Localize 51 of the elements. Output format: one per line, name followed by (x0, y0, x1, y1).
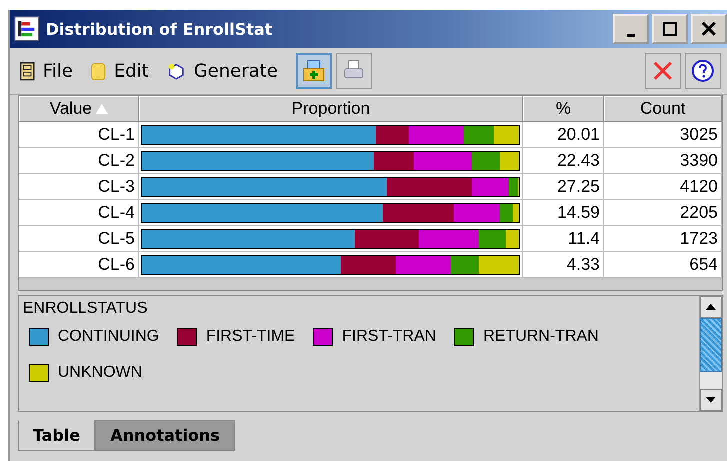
tab[interactable]: Table (18, 420, 96, 451)
legend-label: CONTINUING (58, 328, 160, 346)
table-cell: 27.25 (523, 174, 604, 200)
legend-title: ENROLLSTATUS (23, 300, 149, 318)
maximize-button[interactable] (652, 14, 688, 44)
legend-label: FIRST-TRAN (342, 328, 436, 346)
legend-label: UNKNOWN (58, 364, 142, 382)
maximize-icon (662, 21, 678, 37)
table-cell: CL-2 (19, 148, 139, 174)
table-cell: 11.4 (523, 226, 604, 252)
minimize-icon (627, 34, 635, 37)
table-cell: 20.01 (523, 122, 604, 148)
menu-item[interactable]: File (20, 60, 74, 82)
chart-icon (14, 16, 40, 42)
table-cell: CL-4 (19, 200, 139, 226)
menu-item[interactable]: Generate (166, 60, 278, 82)
table-cell: 1723 (604, 226, 722, 252)
minimize-button[interactable] (613, 14, 649, 44)
scroll-down-icon[interactable] (706, 397, 716, 403)
close-button[interactable] (691, 14, 727, 44)
cross-icon (651, 59, 675, 83)
help-icon (691, 59, 715, 83)
close-icon (701, 21, 717, 37)
cabinet-icon (20, 62, 35, 80)
table-cell: 14.59 (523, 200, 604, 226)
table-cell: CL-5 (19, 226, 139, 252)
add-button[interactable] (296, 53, 332, 89)
clipboard-icon (91, 62, 106, 80)
column-header[interactable]: Value (19, 96, 139, 122)
table-cell: 3390 (604, 148, 722, 174)
column-header[interactable]: % (523, 96, 604, 122)
column-header[interactable]: Count (604, 96, 722, 122)
legend-label: RETURN-TRAN (483, 328, 599, 346)
table-cell: 4120 (604, 174, 722, 200)
scroll-thumb[interactable] (700, 318, 722, 372)
scroll-up-icon[interactable] (706, 304, 716, 310)
table-cell: CL-3 (19, 174, 139, 200)
table-cell: 3025 (604, 122, 722, 148)
legend-label: FIRST-TIME (206, 328, 296, 346)
print-button[interactable] (336, 53, 372, 89)
table-cell: 2205 (604, 200, 722, 226)
tab[interactable]: Annotations (95, 420, 236, 451)
column-header[interactable]: Proportion (139, 96, 523, 122)
help-button[interactable] (685, 53, 721, 89)
add-icon (302, 59, 326, 83)
window-title: Distribution of EnrollStat (46, 20, 273, 38)
table-cell: 22.43 (523, 148, 604, 174)
table-cell: CL-1 (19, 122, 139, 148)
hexagon-icon (166, 62, 186, 80)
menu-item[interactable]: Edit (91, 60, 149, 82)
scroll-track[interactable] (700, 372, 722, 389)
